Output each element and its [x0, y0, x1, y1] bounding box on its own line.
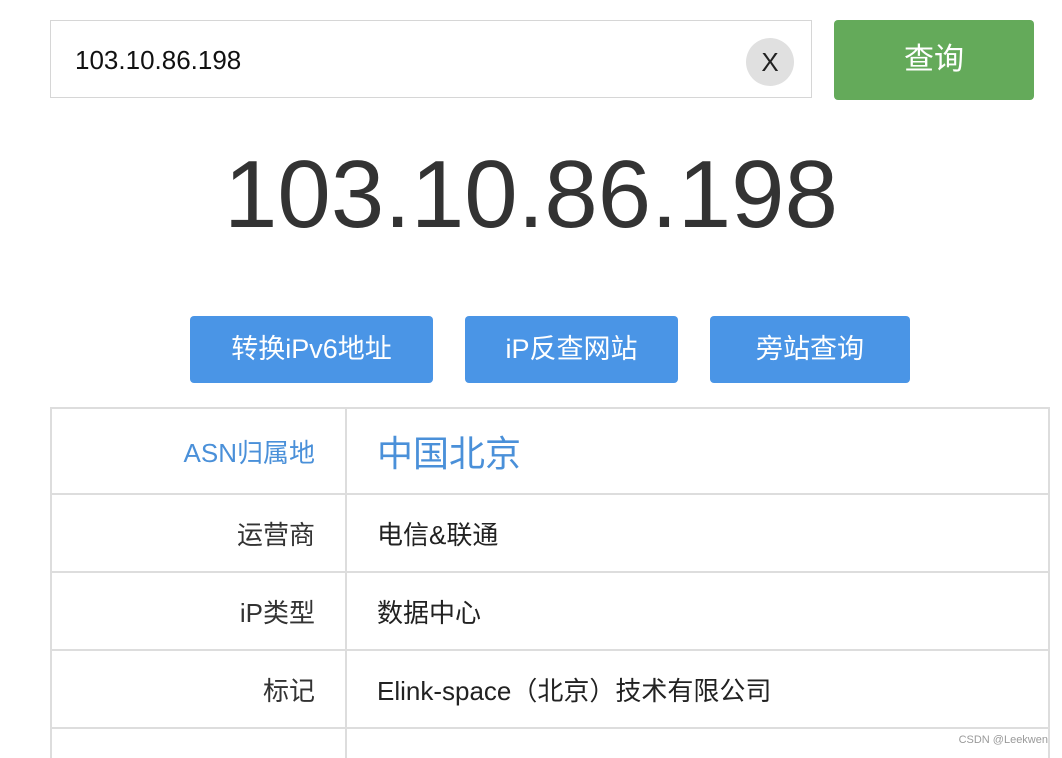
table-row: ASN归属地 中国北京: [50, 407, 1050, 495]
table-row: iP类型 数据中心: [50, 571, 1050, 651]
asn-location-label: ASN归属地: [50, 407, 347, 495]
clear-input-button[interactable]: X: [746, 38, 794, 86]
ip-type-value: 数据中心: [345, 571, 1050, 651]
query-button[interactable]: 查询: [834, 20, 1034, 100]
ip-type-label: iP类型: [50, 571, 347, 651]
isp-label: 运营商: [50, 493, 347, 573]
tag-value: Elink-space（北京）技术有限公司: [345, 649, 1050, 729]
isp-value: 电信&联通: [345, 493, 1050, 573]
ip-reverse-lookup-button[interactable]: iP反查网站: [465, 316, 678, 383]
convert-ipv6-button[interactable]: 转换iPv6地址: [190, 316, 433, 383]
asn-location-value[interactable]: 中国北京: [345, 407, 1050, 495]
watermark: CSDN @Leekwen: [958, 734, 1048, 746]
close-icon: X: [761, 47, 779, 77]
search-box: X: [50, 20, 812, 99]
table-row: 运营商 电信&联通: [50, 493, 1050, 573]
ip-search-input[interactable]: [73, 21, 737, 99]
tag-label: 标记: [50, 649, 347, 729]
table-row: 标记 Elink-space（北京）技术有限公司: [50, 649, 1050, 729]
result-ip-title: 103.10.86.198: [224, 141, 838, 248]
ip-info-table: ASN归属地 中国北京 运营商 电信&联通 iP类型 数据中心 标记 Elink…: [50, 407, 1050, 758]
side-site-query-button[interactable]: 旁站查询: [710, 316, 910, 383]
